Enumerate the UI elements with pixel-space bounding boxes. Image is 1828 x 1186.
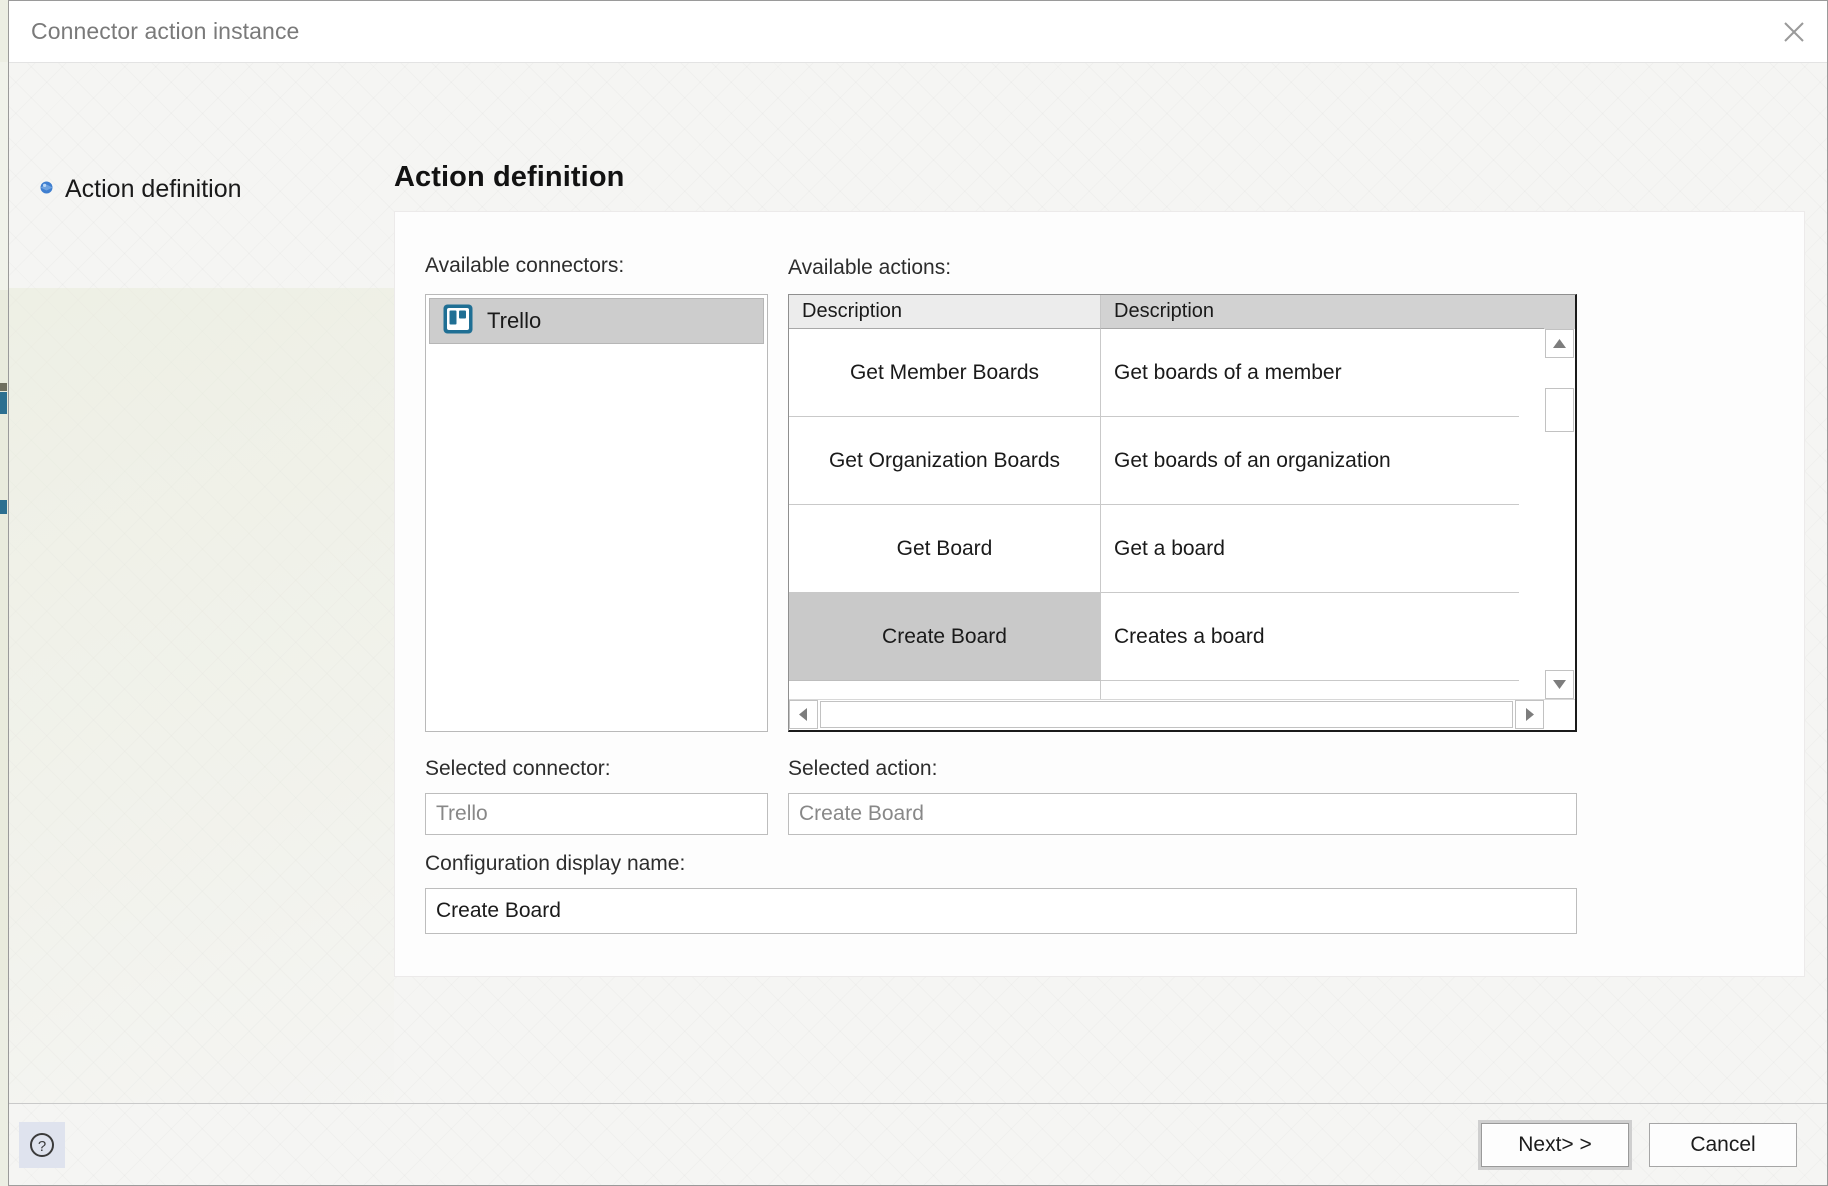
action-definition-card: Available connectors: Available actions: (394, 211, 1805, 977)
available-actions-label: Available actions: (788, 256, 952, 279)
wizard-step-sidebar: Action definition (9, 63, 394, 1186)
table-row[interactable]: Get Member Boards Get boards of a member (789, 329, 1544, 417)
selected-connector-label: Selected connector: (425, 757, 611, 780)
horizontal-scrollbar[interactable] (789, 699, 1575, 730)
table-row-selected[interactable]: Create Board Creates a board (789, 593, 1544, 681)
available-actions-grid[interactable]: Description Description Get Member Board… (788, 294, 1577, 732)
scrollbar-corner (1544, 700, 1575, 730)
sidebar-item-label: Action definition (65, 175, 242, 203)
selected-action-field[interactable]: Create Board (788, 793, 1577, 835)
vertical-scroll-track[interactable] (1545, 358, 1575, 670)
dialog-title: Connector action instance (31, 18, 300, 44)
action-description-cell[interactable]: Updates a board (1101, 681, 1544, 699)
connector-action-instance-dialog: Connector action instance Action definit… (8, 0, 1828, 1186)
backdrop-marker-2 (0, 392, 7, 414)
vertical-scroll-thumb[interactable] (1545, 388, 1574, 432)
action-name-cell[interactable]: Create Board (789, 593, 1101, 681)
horizontal-scroll-thumb[interactable] (820, 701, 1513, 728)
column-header-description[interactable]: Description (1101, 295, 1544, 329)
scroll-up-arrow-icon[interactable] (1545, 329, 1574, 358)
grid-body: Get Member Boards Get boards of a member… (789, 329, 1575, 699)
scroll-down-arrow-icon[interactable] (1545, 670, 1574, 699)
action-description-cell[interactable]: Creates a board (1101, 593, 1544, 681)
scroll-left-arrow-icon[interactable] (789, 700, 818, 729)
close-icon[interactable] (1761, 1, 1827, 62)
connector-list-item-trello[interactable]: Trello (429, 298, 764, 344)
action-description-cell[interactable]: Get boards of an organization (1101, 417, 1544, 505)
selected-action-label: Selected action: (788, 757, 938, 780)
dialog-body: Action definition Action definition Avai… (9, 63, 1827, 1186)
column-header-name[interactable]: Description (789, 295, 1101, 329)
grid-header-row: Description Description (789, 295, 1575, 329)
help-question-icon[interactable]: ? (19, 1121, 65, 1168)
trello-icon (443, 304, 473, 339)
table-row[interactable]: Get Organization Boards Get boards of an… (789, 417, 1544, 505)
action-name-cell[interactable]: Update Board (789, 681, 1101, 699)
backdrop-band (0, 62, 8, 292)
action-name-cell[interactable]: Get Organization Boards (789, 417, 1101, 505)
action-description-cell[interactable]: Get boards of a member (1101, 329, 1544, 417)
available-connectors-list[interactable]: Trello (425, 294, 768, 732)
next-button[interactable]: Next> > (1478, 1119, 1632, 1170)
dialog-footer: ? Next> > Cancel (9, 1103, 1827, 1185)
table-row[interactable]: Get Board Get a board (789, 505, 1544, 593)
backdrop-marker-1 (0, 383, 7, 391)
selected-connector-field[interactable]: Trello (425, 793, 768, 835)
main-content: Action definition Available connectors: … (394, 63, 1827, 1103)
available-connectors-label: Available connectors: (425, 254, 625, 277)
action-name-cell[interactable]: Get Member Boards (789, 329, 1101, 417)
action-description-cell[interactable]: Get a board (1101, 505, 1544, 593)
grid-header-corner (1544, 295, 1575, 329)
sidebar-item-action-definition[interactable]: Action definition (39, 175, 394, 204)
vertical-scrollbar[interactable] (1544, 329, 1575, 699)
blue-diamond-bullet-icon (39, 180, 54, 200)
grid-rows: Get Member Boards Get boards of a member… (789, 329, 1544, 699)
cancel-button[interactable]: Cancel (1649, 1122, 1797, 1167)
sidebar-wash (9, 288, 394, 1186)
action-name-cell[interactable]: Get Board (789, 505, 1101, 593)
svg-text:?: ? (38, 1138, 46, 1155)
dialog-titlebar: Connector action instance (9, 1, 1827, 63)
horizontal-scroll-track[interactable] (818, 700, 1515, 730)
page-title: Action definition (394, 161, 625, 193)
configuration-display-name-input[interactable]: Create Board (425, 888, 1577, 934)
scroll-right-arrow-icon[interactable] (1515, 700, 1544, 729)
footer-button-group: Next> > Cancel (1478, 1119, 1797, 1170)
connector-name: Trello (487, 308, 542, 333)
table-row[interactable]: Update Board Updates a board (789, 681, 1544, 699)
configuration-display-name-label: Configuration display name: (425, 852, 686, 875)
backdrop-marker-3 (0, 500, 7, 514)
